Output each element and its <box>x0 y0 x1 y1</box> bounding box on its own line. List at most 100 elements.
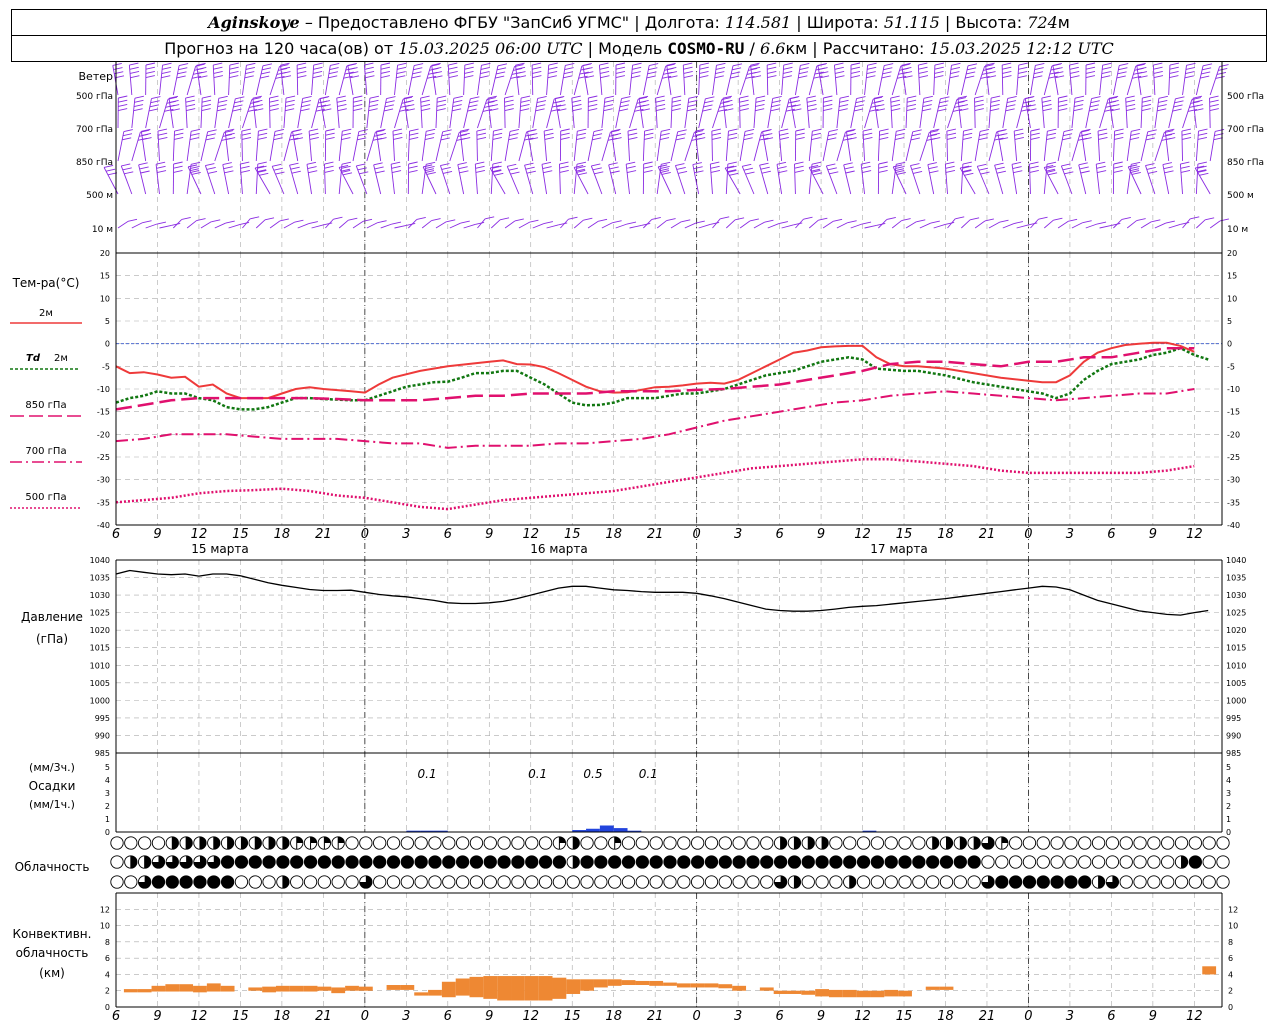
cloud-symbol <box>1216 875 1230 889</box>
wind-barb-feather <box>886 217 896 220</box>
wind-barb <box>642 65 650 96</box>
wind-barb <box>698 224 711 229</box>
wind-barb <box>408 219 418 229</box>
wind-barb-feather <box>507 163 517 167</box>
wind-barb <box>504 66 515 96</box>
wind-barb-feather <box>974 103 984 107</box>
wind-barb-feather <box>337 108 347 112</box>
wind-barb-feather <box>559 161 569 165</box>
wind-barb-feather <box>218 95 228 99</box>
wind-barb-feather <box>396 75 406 79</box>
wind-barb-feather <box>544 137 554 140</box>
wind-barb-feather <box>963 128 973 132</box>
wind-barb-feather <box>260 75 270 79</box>
wind-barb-feather <box>955 216 965 220</box>
wind-barb-feather <box>504 95 514 99</box>
wind-barb-feather <box>912 129 922 133</box>
wind-barb-feather <box>576 132 586 136</box>
wind-barb-feather <box>285 95 296 99</box>
cloudiness-panel <box>110 836 1230 889</box>
cloud-symbol-fill <box>691 855 704 869</box>
wind-barb-feather <box>285 104 295 107</box>
wind-barb-feather <box>583 217 593 221</box>
wind-barb-feather <box>862 170 872 173</box>
wind-barb-feather <box>436 99 447 103</box>
wind-barb-feather <box>262 63 273 67</box>
wind-barb <box>601 222 613 229</box>
wind-barb <box>172 65 180 96</box>
wind-barb-feather <box>891 108 901 112</box>
cloud-symbol-fill <box>1078 875 1091 889</box>
wind-barb <box>1179 164 1183 195</box>
wind-barb-feather <box>1214 128 1225 132</box>
cloud-title: Облачность <box>15 860 90 874</box>
wind-barb-feather <box>739 103 749 107</box>
conv-y-tick: 8 <box>105 938 110 947</box>
wind-barb-feather <box>1085 75 1096 79</box>
wind-barb-feather <box>588 103 598 107</box>
wind-barb-feather <box>532 66 542 70</box>
wind-barb-feather <box>308 128 319 132</box>
cloud-symbol-fill <box>995 875 1008 889</box>
wind-barb-feather <box>1002 62 1012 66</box>
wind-barb-feather <box>950 71 960 75</box>
cloud-symbol <box>1105 855 1120 869</box>
wind-barb <box>543 131 548 162</box>
wind-barb-feather <box>105 168 116 172</box>
cloud-symbol <box>1022 836 1037 850</box>
wind-barb-feather <box>253 104 263 107</box>
wind-barb-feather <box>528 133 538 137</box>
cloud-symbol <box>884 836 898 850</box>
wind-barb-feather <box>1181 132 1192 136</box>
wind-barb-feather <box>189 168 200 172</box>
convective-bar <box>220 985 235 992</box>
cloud-symbol <box>414 875 428 889</box>
wind-barb-feather <box>485 216 495 220</box>
wind-barb-feather <box>1200 75 1210 79</box>
wind-barb-feather <box>536 100 547 103</box>
wind-barb-feather <box>197 67 207 70</box>
wind-barb-feather <box>850 70 861 74</box>
wind-barb-feather <box>620 100 630 104</box>
wind-barb-feather <box>1074 95 1085 99</box>
cloud-symbol <box>663 836 677 850</box>
wind-level-850hpa: 850 гПа <box>76 158 113 168</box>
wind-barb-feather <box>330 62 340 66</box>
precip-title: Осадки <box>29 779 76 793</box>
wind-barb-feather <box>377 220 387 224</box>
wind-barb-feather <box>364 71 375 74</box>
wind-barb-feather <box>912 171 923 174</box>
wind-barb-feather <box>453 95 463 99</box>
wind-barb-feather <box>965 75 975 79</box>
pressure-panel <box>115 569 1209 616</box>
wind-barb-feather <box>260 71 271 75</box>
temp-y-tick: -5 <box>102 362 110 371</box>
wind-barb-feather <box>783 71 793 74</box>
wind-barb <box>1057 220 1069 229</box>
wind-barb-feather <box>632 66 642 70</box>
cloud-symbol-fill <box>213 836 220 850</box>
wind-barb-feather <box>448 66 458 70</box>
wind-barb-feather <box>728 132 738 136</box>
wind-barb-feather <box>353 103 363 107</box>
wind-barb-feather <box>710 161 720 165</box>
wind-barb-feather <box>839 95 850 99</box>
wind-barb-feather <box>1219 64 1229 67</box>
wind-barb <box>477 99 488 129</box>
wind-barb-feather <box>1033 75 1043 79</box>
cloud-symbol-fill <box>166 875 179 889</box>
wind-barb <box>1085 223 1098 229</box>
wind-barb-feather <box>1082 220 1092 224</box>
wind-barb-feather <box>475 170 485 173</box>
convective-bar <box>759 987 774 991</box>
wind-barb-feather <box>832 218 843 222</box>
wind-barb <box>629 99 639 129</box>
x-tick-label-bottom: 18 <box>605 1009 622 1024</box>
wind-barb-feather <box>1169 75 1179 79</box>
cloud-symbol <box>110 875 124 889</box>
cloud-symbol <box>608 875 622 889</box>
wind-barb-feather <box>760 166 770 170</box>
wind-barb <box>933 224 946 229</box>
wind-barb-feather <box>770 108 780 112</box>
wind-barb-feather <box>494 172 504 176</box>
